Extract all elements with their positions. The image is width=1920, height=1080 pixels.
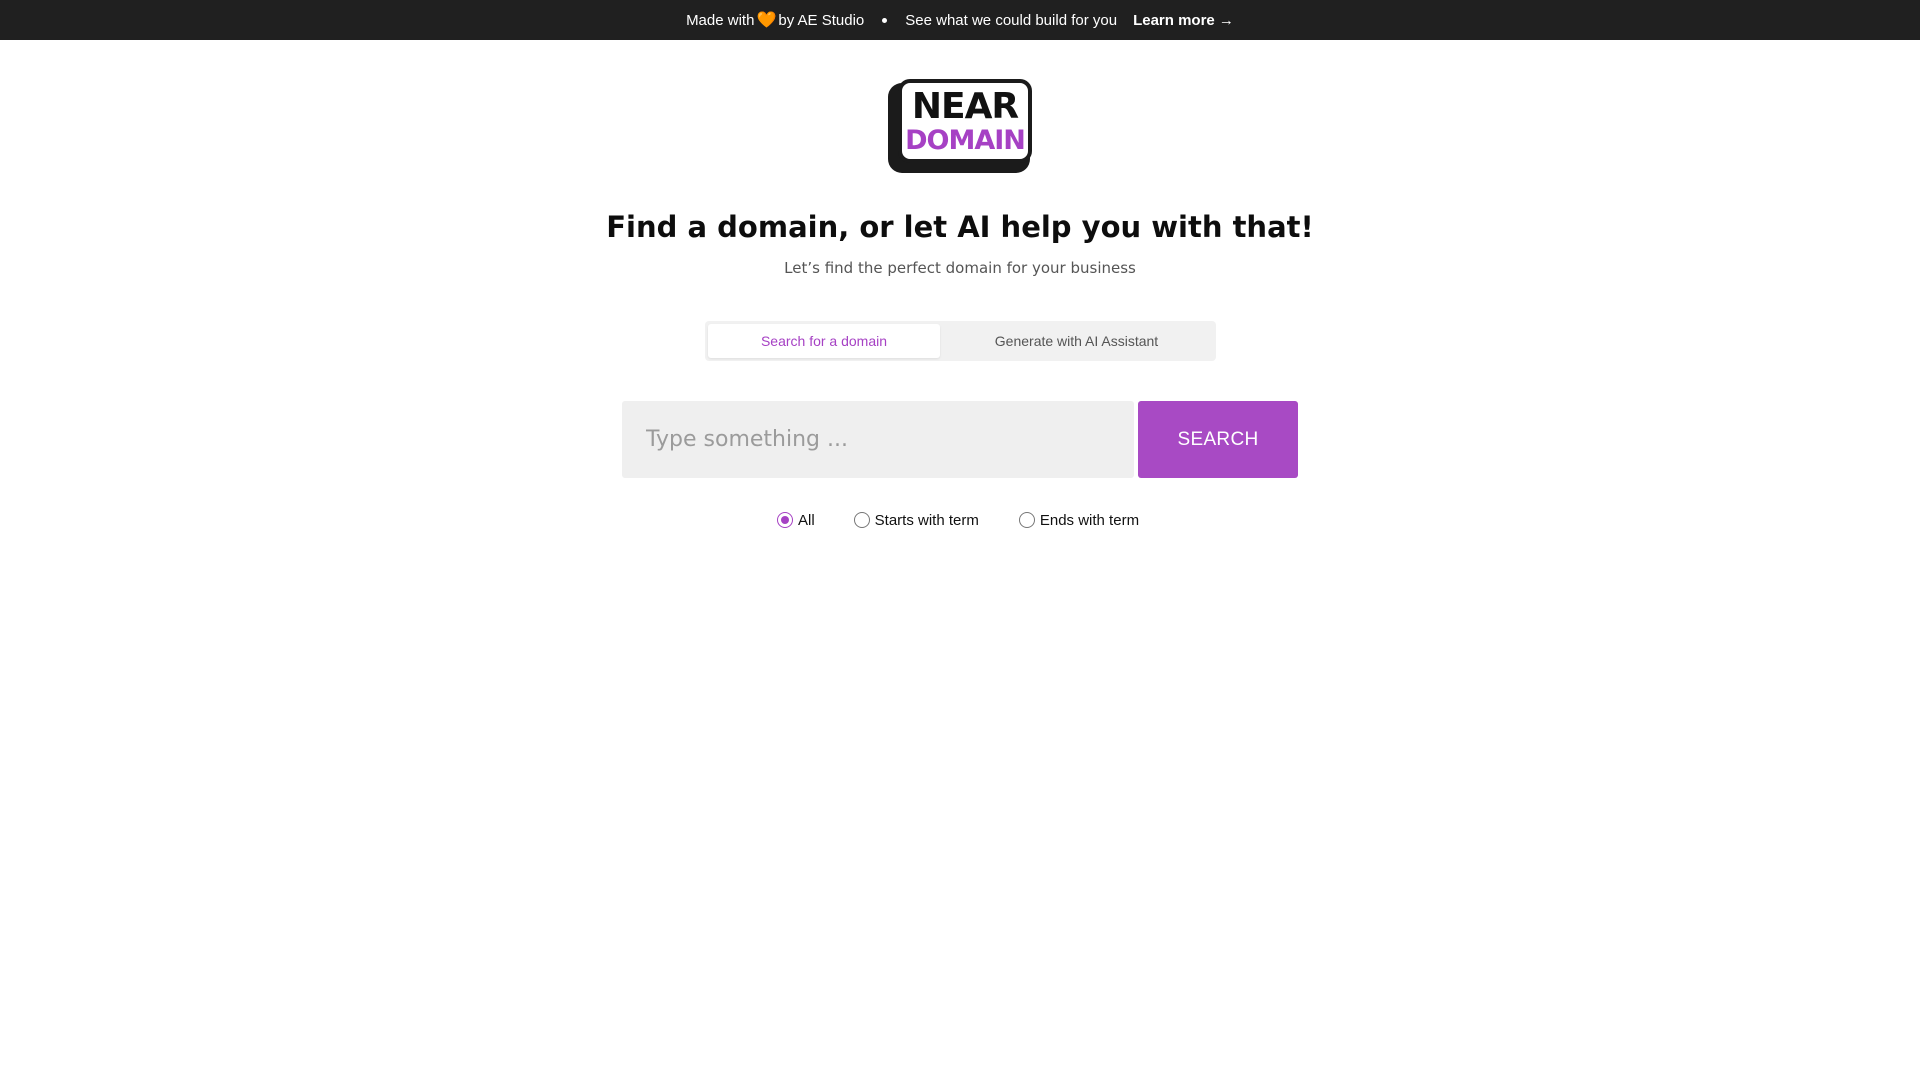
logo-domain-text: DOMAIN — [905, 124, 1026, 156]
radio-ends-with[interactable]: Ends with term — [1018, 511, 1140, 529]
page-subtitle: Let’s find the perfect domain for your b… — [784, 259, 1136, 277]
radio-starts-with[interactable]: Starts with term — [853, 511, 979, 529]
banner-by: by AE Studio — [778, 11, 865, 29]
radio-starts-with-label: Starts with term — [874, 511, 979, 529]
tab-generate-ai[interactable]: Generate with AI Assistant — [940, 324, 1213, 358]
learn-more-link[interactable]: Learn more → — [1133, 12, 1234, 29]
banner-made-with: Made with — [686, 11, 755, 29]
banner-pitch: See what we could build for you — [905, 11, 1118, 29]
tab-search-domain[interactable]: Search for a domain — [708, 324, 940, 358]
radio-unchecked-icon[interactable] — [1018, 512, 1035, 528]
mode-tabs: Search for a domain Generate with AI Ass… — [705, 321, 1216, 361]
top-banner: Made with 🧡 by AE Studio See what we cou… — [0, 0, 1920, 40]
radio-all-label: All — [798, 511, 815, 529]
logo-card: NEAR DOMAIN — [898, 79, 1032, 163]
bullet-separator — [882, 17, 888, 23]
radio-ends-with-label: Ends with term — [1039, 511, 1140, 529]
logo-near-text: NEAR — [911, 85, 1019, 127]
radio-checked-icon[interactable] — [777, 512, 793, 528]
search-input[interactable] — [622, 401, 1134, 478]
match-filter-group: All Starts with term Ends with term — [777, 509, 1139, 531]
page-title: Find a domain, or let AI help you with t… — [606, 210, 1314, 244]
radio-unchecked-icon[interactable] — [853, 512, 870, 528]
heart-icon: 🧡 — [756, 12, 777, 29]
radio-all[interactable]: All — [777, 512, 815, 529]
near-domain-logo[interactable]: NEAR DOMAIN — [888, 79, 1032, 173]
search-button[interactable]: SEARCH — [1138, 401, 1298, 478]
